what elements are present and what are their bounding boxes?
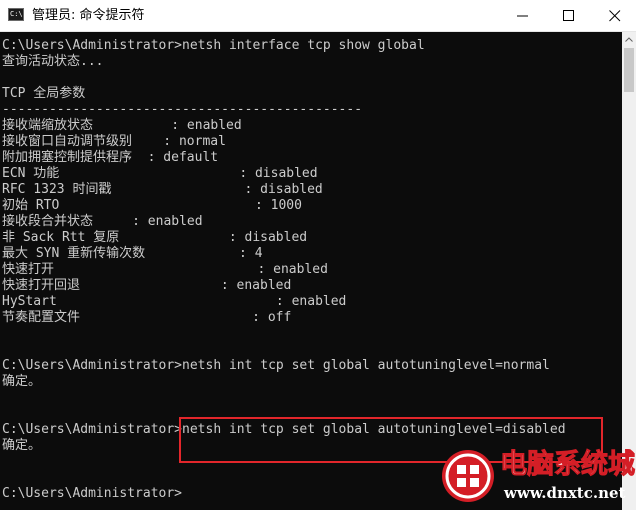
chevron-up-icon (625, 37, 633, 42)
console-app-icon: C:\ (8, 8, 24, 21)
console-line: HyStart : enabled (2, 294, 347, 309)
console-line: 接收窗口自动调节级别 : normal (2, 134, 226, 149)
console-line: 接收段合并状态 : enabled (2, 214, 203, 229)
console-line: C:\Users\Administrator>netsh interface t… (2, 38, 425, 53)
console-line: 快速打开 : enabled (2, 262, 328, 277)
console-line: C:\Users\Administrator>netsh int tcp set… (2, 358, 550, 373)
console-icon-label: C:\ (10, 10, 23, 18)
watermark-logo-icon (442, 450, 494, 502)
console-line: 初始 RTO : 1000 (2, 198, 302, 213)
console-line: ----------------------------------------… (2, 102, 363, 117)
console-line: 最大 SYN 重新传输次数 : 4 (2, 246, 263, 261)
window-title: 管理员: 命令提示符 (32, 8, 145, 23)
minimize-button[interactable] (500, 0, 546, 31)
watermark-title: 电脑系统城 (500, 449, 636, 481)
vertical-scrollbar[interactable] (622, 32, 636, 510)
close-button[interactable] (592, 0, 636, 31)
console-line: 查询活动状态... (2, 54, 104, 69)
minimize-icon (517, 15, 528, 17)
console-line: ECN 功能 : disabled (2, 166, 318, 181)
scroll-up-button[interactable] (622, 32, 636, 46)
watermark-url: www.dnxtc.net (504, 484, 626, 502)
scroll-thumb[interactable] (624, 48, 634, 92)
console-line: 非 Sack Rtt 复原 : disabled (2, 230, 308, 245)
site-watermark: 电脑系统城 www.dnxtc.net (440, 446, 636, 510)
close-icon (609, 10, 621, 22)
title-bar[interactable]: C:\ 管理员: 命令提示符 (0, 0, 636, 32)
console-line: 节奏配置文件 : off (2, 310, 292, 325)
console-line: TCP 全局参数 (2, 86, 86, 101)
console-line: 接收端缩放状态 : enabled (2, 118, 242, 133)
console-line: 确定。 (2, 374, 42, 389)
console-line: 快速打开回退 : enabled (2, 278, 292, 293)
console-line: RFC 1323 时间戳 : disabled (2, 182, 323, 197)
maximize-button[interactable] (546, 0, 592, 31)
command-prompt-window: C:\ 管理员: 命令提示符 C:\Users\Administrator>ne… (0, 0, 636, 510)
console-line: 附加拥塞控制提供程序 : default (2, 150, 219, 165)
maximize-icon (563, 10, 574, 21)
